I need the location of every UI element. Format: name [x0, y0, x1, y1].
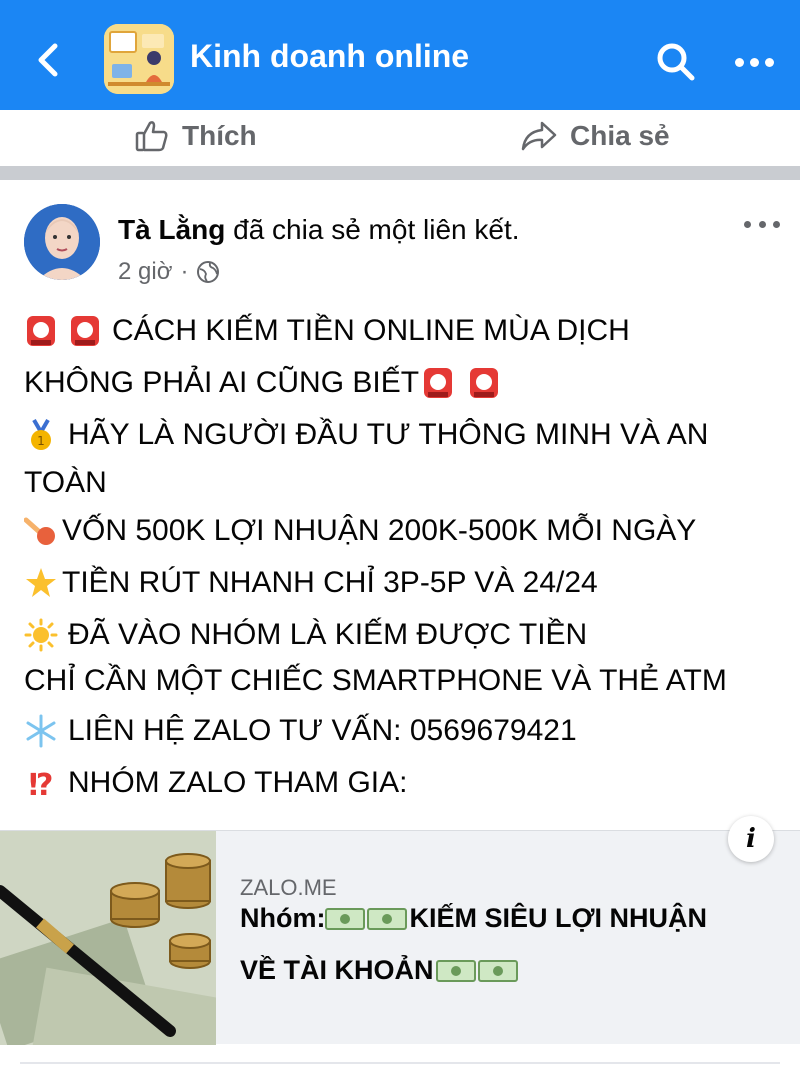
- post-bottom-divider: [20, 1062, 780, 1064]
- author-avatar[interactable]: [24, 204, 100, 280]
- group-title[interactable]: Kinh doanh online: [190, 38, 469, 75]
- link-title-suffix: VỀ TÀI KHOẢN: [240, 955, 434, 985]
- author-name[interactable]: Tà Lằng: [118, 214, 225, 245]
- post-author-line: Tà Lằng đã chia sẻ một liên kết.: [118, 214, 520, 246]
- post-line-9: LIÊN HỆ ZALO TƯ VẤN: 0569679421: [24, 714, 577, 748]
- post-line-text: ĐÃ VÀO NHÓM LÀ KIẾM ĐƯỢC TIỀN: [68, 618, 588, 651]
- siren-icon: [424, 368, 453, 398]
- post-line-5: VỐN 500K LỢI NHUẬN 200K-500K MỖI NGÀY: [24, 514, 696, 548]
- link-thumbnail: [0, 831, 216, 1045]
- medal-icon: 1: [31, 418, 51, 450]
- search-icon: [657, 43, 695, 81]
- top-app-bar: Kinh doanh online: [0, 0, 800, 110]
- post-line-text: HÃY LÀ NGƯỜI ĐẦU TƯ THÔNG MINH VÀ AN: [68, 418, 709, 451]
- like-button[interactable]: Thích: [134, 114, 257, 158]
- link-title-line-2: VỀ TÀI KHOẢN: [240, 955, 780, 986]
- more-dot: [734, 57, 744, 67]
- group-cover-illustration: [104, 24, 174, 94]
- link-title-prefix: Nhóm:: [240, 903, 326, 933]
- back-arrow-icon: [38, 43, 58, 77]
- star-icon: [26, 568, 56, 597]
- post-options-button[interactable]: [744, 214, 780, 234]
- comet-icon: [24, 517, 55, 545]
- post-meta: 2 giờ ·: [118, 258, 220, 286]
- siren-icon: [470, 368, 499, 398]
- post-line-7: ĐÃ VÀO NHÓM LÀ KIẾM ĐƯỢC TIỀN: [24, 618, 587, 652]
- post-line-8: CHỈ CẦN MỘT CHIẾC SMARTPHONE VÀ THẺ ATM: [24, 664, 727, 698]
- share-arrow-icon: [521, 121, 557, 151]
- more-options-button[interactable]: [728, 42, 780, 82]
- more-dot: [749, 57, 759, 67]
- post-line-text: TIỀN RÚT NHANH CHỈ 3P-5P VÀ 24/24: [62, 566, 598, 599]
- thumbs-up-icon: [135, 121, 168, 152]
- back-button[interactable]: [28, 38, 68, 82]
- like-label: Thích: [182, 120, 257, 151]
- link-preview-card[interactable]: ZALO.ME Nhóm: KIẾM SIÊU LỢI NHUẬN VỀ TÀI…: [0, 830, 800, 1045]
- money-icon: [477, 959, 518, 982]
- post-line-text: LIÊN HỆ ZALO TƯ VẤN: 0569679421: [68, 714, 577, 747]
- post-more-dot: [744, 220, 751, 228]
- post-line-6: TIỀN RÚT NHANH CHỈ 3P-5P VÀ 24/24: [24, 566, 598, 600]
- search-button[interactable]: [652, 38, 700, 86]
- post-line-text: CHỈ CẦN MỘT CHIẾC SMARTPHONE VÀ THẺ ATM: [24, 664, 727, 697]
- siren-icon: [27, 316, 55, 346]
- money-icon: [435, 959, 476, 982]
- share-label: Chia sẻ: [570, 120, 670, 151]
- globe-icon: [197, 261, 220, 283]
- author-action: đã chia sẻ một liên kết.: [233, 214, 520, 245]
- group-cover-thumbnail[interactable]: [104, 24, 174, 94]
- avatar-image: [24, 204, 100, 280]
- meta-separator: ·: [180, 258, 189, 285]
- post-line-text: CÁCH KIẾM TIỀN ONLINE MÙA DỊCH: [112, 314, 630, 347]
- post-line-text: TOÀN: [24, 466, 107, 499]
- post-time[interactable]: 2 giờ: [118, 258, 172, 286]
- siren-icon: [71, 316, 99, 346]
- post-action-bar: Thích Chia sẻ: [0, 110, 800, 166]
- post-line-1: CÁCH KIẾM TIỀN ONLINE MÙA DỊCH: [24, 314, 630, 348]
- post-line-text: NHÓM ZALO THAM GIA:: [68, 766, 408, 799]
- svg-text:⁉: ⁉: [29, 768, 54, 800]
- money-icon: [325, 907, 366, 930]
- link-domain: ZALO.ME: [240, 875, 337, 900]
- post-line-10: ⁉ NHÓM ZALO THAM GIA:: [24, 766, 408, 800]
- post-more-dot: [773, 220, 780, 228]
- more-dot: [764, 57, 774, 67]
- post-line-4: TOÀN: [24, 466, 107, 500]
- post-line-3: 1 HÃY LÀ NGƯỜI ĐẦU TƯ THÔNG MINH VÀ AN: [24, 418, 708, 452]
- link-info-button[interactable]: i: [728, 816, 774, 862]
- link-title-line-1: Nhóm: KIẾM SIÊU LỢI NHUẬN: [240, 903, 780, 934]
- money-icon: [367, 907, 408, 930]
- sun-icon: [24, 618, 58, 652]
- interrobang-icon: ⁉: [29, 768, 54, 800]
- feed-divider: [0, 166, 800, 180]
- post-line-text: KHÔNG PHẢI AI CŨNG BIẾT: [24, 366, 420, 399]
- svg-text:1: 1: [37, 434, 45, 448]
- post-line-text: VỐN 500K LỢI NHUẬN 200K-500K MỖI NGÀY: [62, 514, 697, 547]
- snowflake-icon: [26, 714, 56, 748]
- share-button[interactable]: Chia sẻ: [520, 114, 670, 158]
- link-title-main: KIẾM SIÊU LỢI NHUẬN: [409, 903, 708, 933]
- money-pen-image: [0, 831, 216, 1045]
- post-more-dot: [758, 220, 766, 228]
- post-line-2: KHÔNG PHẢI AI CŨNG BIẾT: [24, 366, 505, 400]
